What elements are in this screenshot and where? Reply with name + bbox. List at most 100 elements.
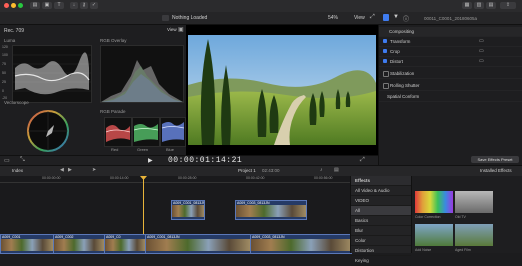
clip-filmstrip — [251, 239, 351, 251]
vectorscope-label: Vectorscope — [4, 100, 29, 105]
distort-onscreen-icon[interactable]: ▭ — [479, 58, 484, 64]
info-inspector-tab-icon[interactable]: ⓘ — [403, 14, 409, 23]
project-name[interactable]: Project 1 — [238, 168, 256, 173]
inspector-item-label: Distort — [390, 59, 404, 64]
clip-filmstrip — [1, 239, 53, 251]
scopes-view-menu[interactable]: View — [167, 27, 177, 32]
download-icon[interactable]: ↓ — [70, 2, 78, 9]
crop-onscreen-icon[interactable]: ▭ — [479, 48, 484, 54]
effect-thumb-old-tv[interactable] — [455, 191, 493, 213]
effect-thumb-aged-film[interactable] — [455, 224, 493, 246]
effects-category-item[interactable]: Basics — [351, 216, 411, 226]
stabilization-checkbox[interactable] — [383, 71, 389, 77]
grid-layout-icon[interactable]: ▦ — [462, 2, 472, 9]
effects-category-item[interactable]: Keying — [351, 256, 411, 266]
effect-thumb-add-noise[interactable] — [415, 224, 453, 246]
parade-red — [104, 117, 132, 147]
storyline-clip[interactable]: A009_C001 — [0, 234, 54, 254]
storyline-clip[interactable]: A009_C003_0813JN — [250, 234, 352, 254]
luma-label: Luma — [4, 38, 16, 43]
close-window-button[interactable] — [4, 3, 9, 8]
effects-header: Effects — [351, 176, 411, 186]
play-button-icon[interactable]: ▶ — [148, 157, 153, 164]
screen-icon[interactable]: ▭ — [4, 157, 10, 164]
layout-icon[interactable]: ▥ — [474, 2, 484, 9]
effects-category-list: Effects All Video & Audio VIDEO All Basi… — [351, 176, 412, 266]
effect-thumb-label: Old TV — [455, 215, 466, 219]
viewer[interactable] — [186, 25, 378, 155]
luma-tick: 50 — [2, 71, 6, 75]
installed-effects-label[interactable]: Installed Effects — [480, 168, 512, 173]
zoom-level[interactable]: 54% — [328, 15, 338, 21]
clip-filmstrip — [54, 239, 104, 251]
inspector-panel: Compositing Transform ▭ Crop ▭ Distort ▭… — [378, 25, 522, 165]
effects-category-item[interactable]: Distortion — [351, 246, 411, 256]
storyline-clip[interactable]: A009_C001_0813JN — [145, 234, 251, 254]
color-inspector-tab-icon[interactable]: ▼ — [393, 14, 399, 20]
storyline-clip[interactable]: A009_C0 — [104, 234, 146, 254]
clip-filmstrip — [236, 205, 306, 217]
scopes-settings-icon[interactable]: ▣ — [178, 26, 184, 33]
clip-appearance-icon[interactable]: ▤ — [334, 167, 339, 173]
video-inspector-tab-icon[interactable] — [383, 14, 389, 21]
inspector-item-transform[interactable]: Transform ▭ — [379, 37, 522, 47]
parade-green-graph — [133, 124, 159, 142]
library-icon[interactable]: ▤ — [30, 2, 40, 9]
minimize-window-button[interactable] — [11, 3, 16, 8]
compositing-label: Compositing — [389, 29, 415, 34]
crop-checkbox[interactable] — [383, 49, 387, 53]
titles-icon[interactable]: T — [54, 2, 64, 9]
inspector-item-crop[interactable]: Crop ▭ — [379, 47, 522, 57]
transform-checkbox[interactable] — [383, 39, 387, 43]
luma-tick: 25 — [2, 80, 6, 84]
fullscreen-icon[interactable]: ⤢ — [370, 14, 378, 22]
forward-arrow-icon[interactable]: ▶ — [68, 167, 72, 173]
effects-category-item-selected[interactable]: All — [351, 206, 411, 216]
compositing-row[interactable]: Compositing — [379, 27, 522, 37]
timeline[interactable]: 00:00:00:00 00:00:14:00 00:00:28:00 00:0… — [0, 176, 380, 254]
select-tool-icon[interactable]: ➤ — [92, 167, 96, 173]
vectorscope-graph — [27, 110, 69, 152]
expand-viewer-icon[interactable]: ⤢ — [360, 157, 365, 164]
inspector-item-label: Transform — [390, 39, 411, 44]
vectorscope — [26, 109, 70, 153]
effects-category-item[interactable]: Blur — [351, 226, 411, 236]
inspector-item-rolling-shutter[interactable]: Rolling Shutter — [379, 81, 522, 91]
check-icon[interactable]: ✓ — [90, 2, 98, 9]
inspector-item-stabilization[interactable]: Stabilization — [379, 69, 522, 79]
share-icon[interactable]: ⇪ — [500, 2, 516, 9]
effect-thumb-color-correction[interactable] — [415, 191, 453, 213]
parade-red-label: Red — [111, 147, 119, 152]
inspector-item-distort[interactable]: Distort ▭ — [379, 57, 522, 67]
transform-onscreen-icon[interactable]: ▭ — [479, 38, 484, 44]
luma-waveform — [12, 45, 92, 103]
zoom-window-button[interactable] — [18, 3, 23, 8]
inspector-item-label: Spatial Conform — [387, 94, 420, 99]
effects-browser: Effects All Video & Audio VIDEO All Basi… — [350, 176, 522, 266]
connected-clip[interactable]: A009_C003_0813JN — [235, 200, 307, 220]
parade-green — [132, 117, 160, 147]
panel-icon[interactable]: ▤ — [486, 2, 496, 9]
viewer-view-menu[interactable]: View — [354, 15, 365, 21]
storyline-clip[interactable]: A009_C002 — [53, 234, 105, 254]
connected-clip[interactable]: A009_C001_0813JN — [171, 200, 205, 220]
ruler-mark: 00:00:42:00 — [246, 176, 265, 180]
effects-category-item[interactable]: All Video & Audio — [351, 186, 411, 196]
clip-filmstrip — [146, 239, 250, 251]
parade-blue-graph — [161, 122, 185, 142]
transform-icon[interactable]: ⤡ — [20, 157, 25, 164]
luma-tick: 120 — [2, 45, 8, 49]
distort-checkbox[interactable] — [383, 59, 387, 63]
timeline-index-button[interactable]: Index — [12, 168, 23, 173]
key-icon[interactable]: ⚷ — [80, 2, 88, 9]
luma-axis: 120 100 75 50 25 0 -20 — [2, 45, 11, 100]
save-effects-preset-button[interactable]: Save Effects Preset — [471, 156, 519, 163]
photos-icon[interactable]: ▣ — [42, 2, 52, 9]
rgb-parade-label: RGB Parade — [100, 109, 126, 114]
audio-skimming-icon[interactable]: ♪ — [320, 167, 323, 173]
inspector-item-spatial-conform[interactable]: Spatial Conform — [379, 92, 522, 102]
effects-category-item[interactable]: Color — [351, 236, 411, 246]
effects-category-item[interactable]: VIDEO — [351, 196, 411, 206]
back-arrow-icon[interactable]: ◀ — [60, 167, 64, 173]
rolling-shutter-checkbox[interactable] — [383, 83, 389, 89]
